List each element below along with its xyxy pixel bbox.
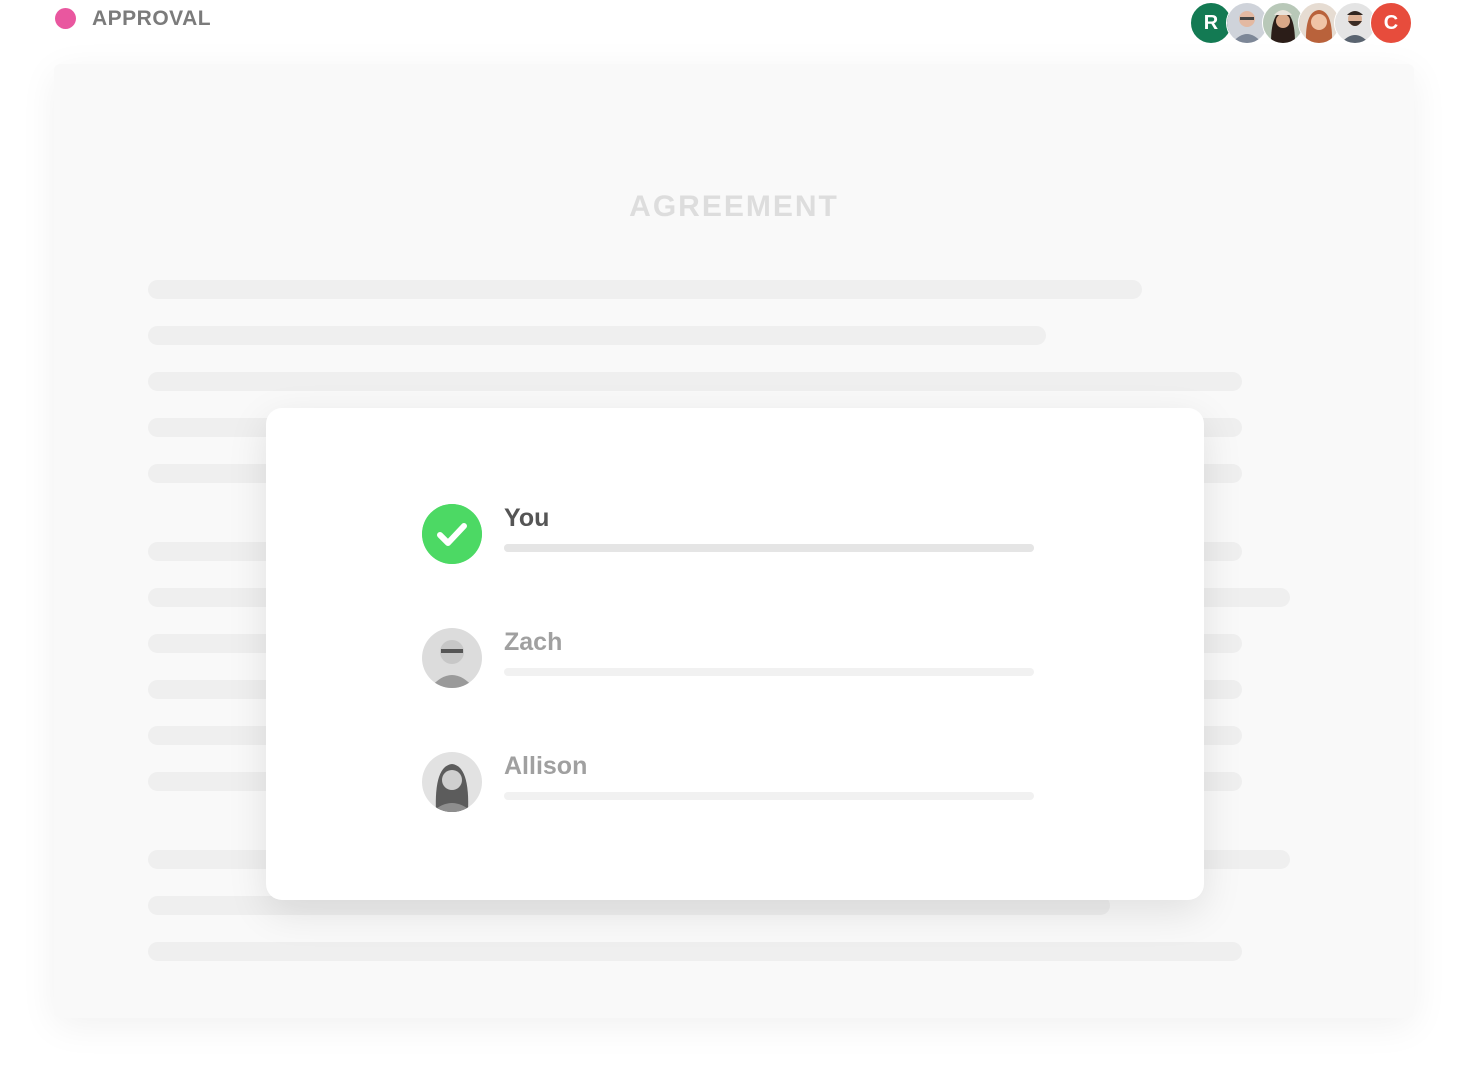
avatar-initial-c[interactable]: C bbox=[1370, 2, 1412, 44]
text-placeholder-line bbox=[148, 372, 1242, 391]
approval-progress-bar bbox=[504, 544, 1034, 552]
text-placeholder-line bbox=[148, 942, 1242, 961]
approval-progress-bar bbox=[504, 792, 1034, 800]
approval-screen: APPROVAL R C AGREEMENT You Zach Allison bbox=[0, 0, 1468, 1086]
approver-name: You bbox=[504, 504, 550, 532]
status-label: APPROVAL bbox=[92, 7, 212, 30]
approver-zach[interactable]: Zach bbox=[422, 628, 1042, 688]
approval-progress-fill bbox=[504, 544, 1034, 552]
status-dot bbox=[55, 8, 76, 29]
approver-you[interactable]: You bbox=[422, 504, 1042, 564]
approval-progress-bar bbox=[504, 668, 1034, 676]
approver-name: Zach bbox=[504, 628, 563, 656]
text-placeholder-line bbox=[148, 280, 1142, 299]
check-icon bbox=[422, 504, 482, 564]
avatar-allison bbox=[422, 752, 482, 812]
approver-name: Allison bbox=[504, 752, 588, 780]
collaborator-avatars: R C bbox=[1190, 2, 1412, 44]
avatar-zach bbox=[422, 628, 482, 688]
approver-allison[interactable]: Allison bbox=[422, 752, 1042, 812]
document-title: AGREEMENT bbox=[629, 190, 839, 223]
text-placeholder-line bbox=[148, 326, 1046, 345]
approval-modal: You Zach Allison bbox=[266, 408, 1204, 900]
